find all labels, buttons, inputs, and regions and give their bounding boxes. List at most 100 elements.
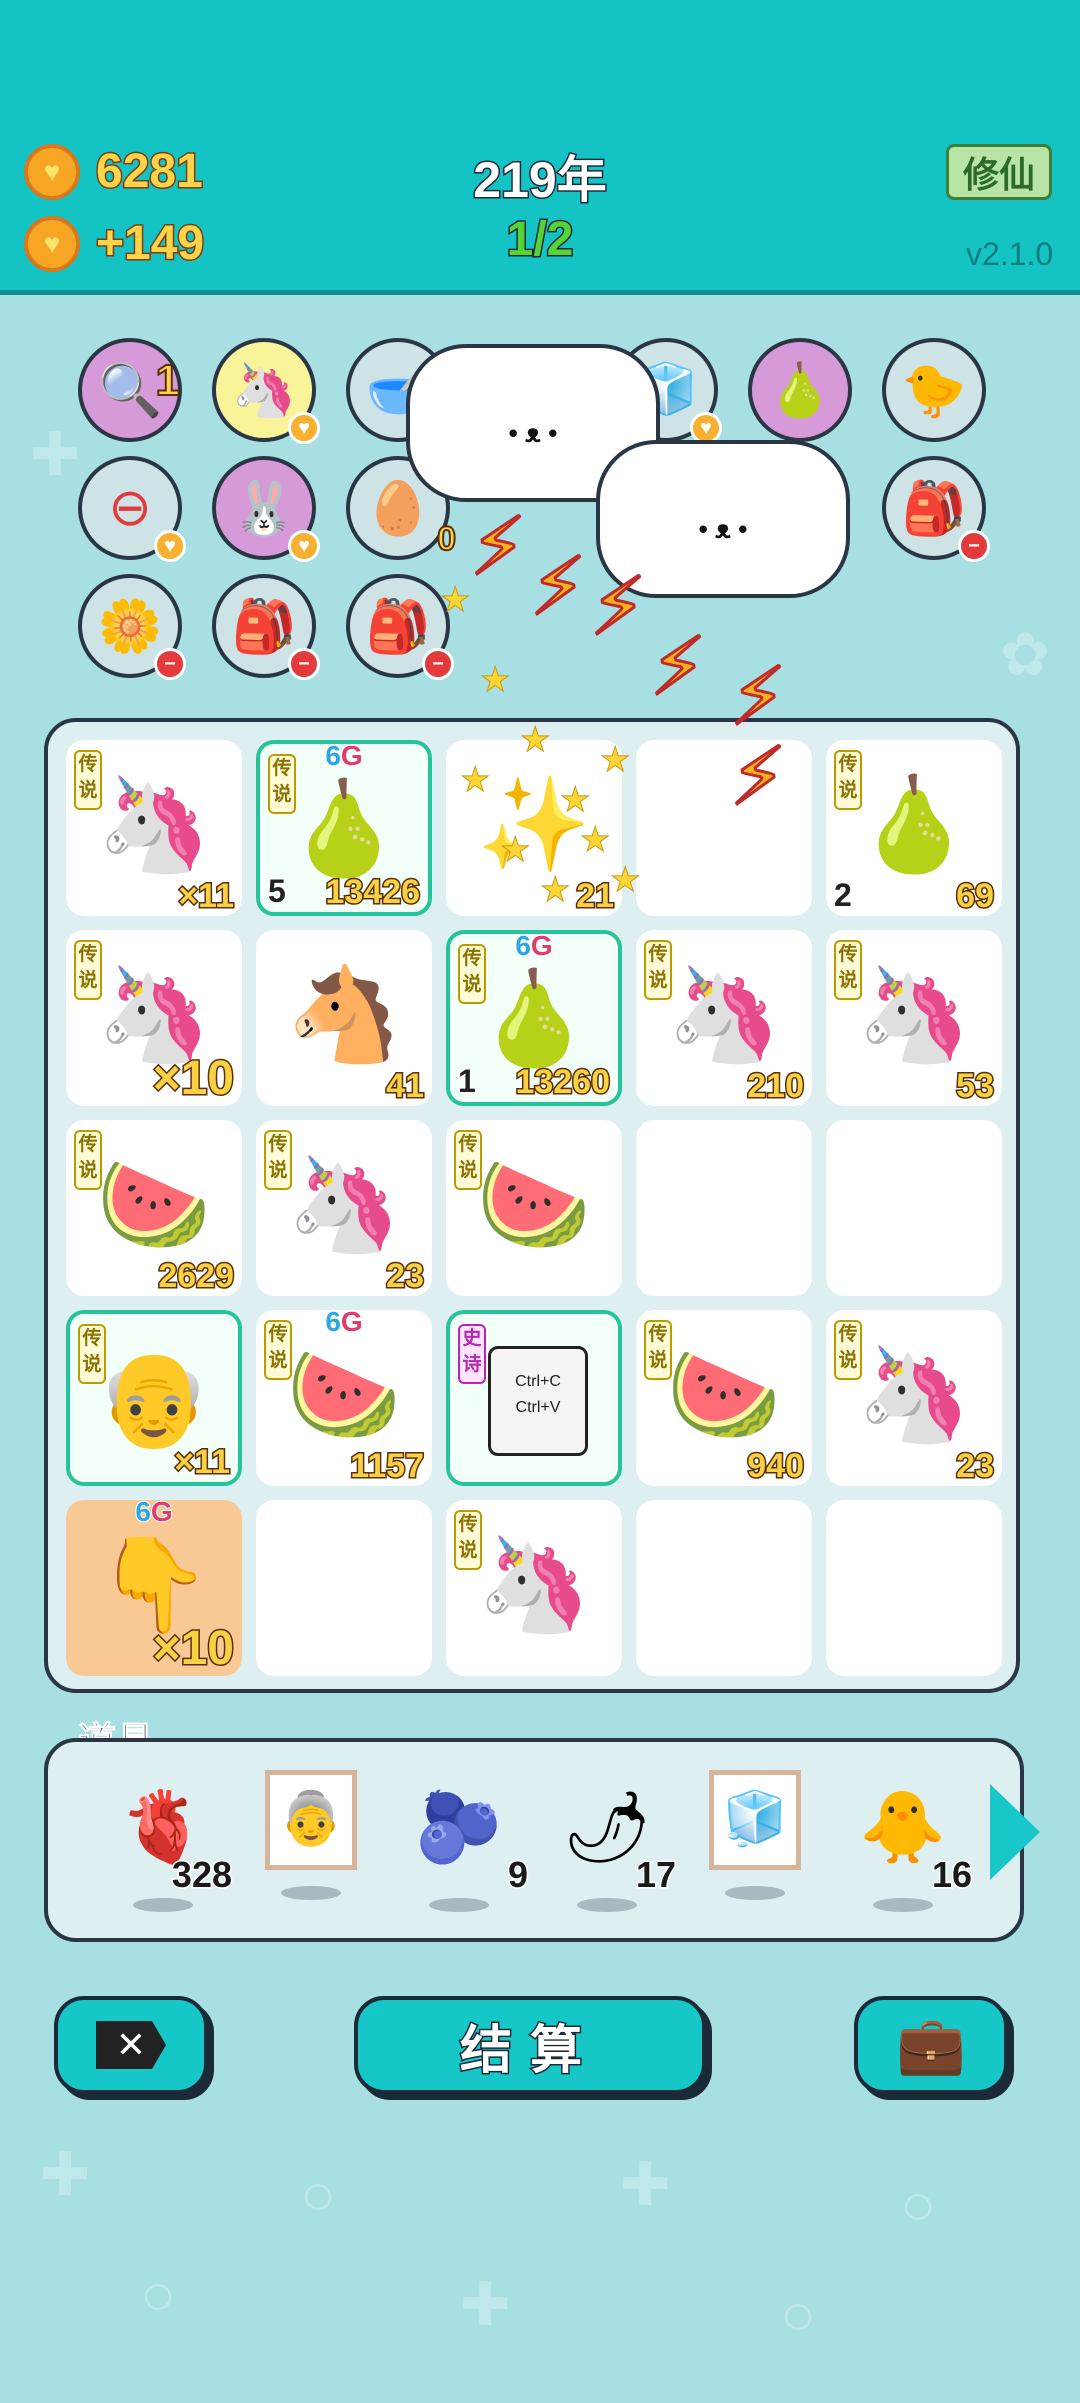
cell-count: 21 — [575, 876, 616, 917]
unicorn-icon: 🦄 — [856, 1344, 972, 1446]
board-cell[interactable] — [826, 1120, 1002, 1296]
bg-decoration: ○ — [780, 2281, 817, 2348]
crowned-unicorn-icon: 🦄 — [286, 1154, 402, 1256]
watermelon-icon: 🍉 — [476, 1154, 592, 1256]
minus-tag-icon: − — [154, 648, 186, 680]
board-cell[interactable]: 传说 🦄 — [446, 1500, 622, 1676]
tool-count: 9 — [506, 1853, 529, 1897]
paste-text: Ctrl+V — [515, 1399, 561, 1416]
board-cell[interactable] — [636, 1120, 812, 1296]
crowned-pear-icon: 🍐 — [286, 778, 402, 880]
item-rabbit[interactable]: 🐰 ♥ — [212, 456, 320, 562]
cell-count: 69 — [955, 876, 996, 917]
copy-paste-card-icon: Ctrl+C Ctrl+V — [488, 1346, 588, 1456]
board-cell[interactable]: 6G 传说 🍐 5 13426 — [256, 739, 432, 916]
board-cell[interactable]: 传说 🦄 53 — [826, 930, 1002, 1107]
item-rice-sack[interactable]: 🎒 − — [882, 456, 990, 562]
item-level: 0 — [436, 519, 457, 559]
board-cell[interactable]: 传说 🍉 — [446, 1120, 622, 1296]
horse-icon: 🐴 — [286, 964, 402, 1066]
board-cell[interactable]: 🐴 41 — [256, 930, 432, 1107]
cell-count: 1157 — [349, 1446, 426, 1487]
tool-duck[interactable]: 🐥 16 — [848, 1782, 974, 1912]
cell-count: ×11 — [173, 1442, 232, 1483]
tool-blueberry[interactable]: 🫐 9 — [404, 1782, 530, 1912]
item-chick-egg[interactable]: 🐤 — [882, 338, 986, 442]
delete-button[interactable]: ✕ — [54, 1996, 208, 2094]
close-icon: ✕ — [96, 2021, 166, 2069]
cell-count: ×10 — [151, 1621, 235, 1677]
blueberry-icon: 🫐 — [415, 1788, 503, 1866]
star-icon: ★ — [439, 581, 471, 620]
xiuxian-button[interactable]: 修仙 — [946, 144, 1052, 200]
cell-count: 41 — [385, 1066, 426, 1107]
cell-count: 13260 — [514, 1062, 612, 1103]
crowned-old-man-icon: 👴 — [96, 1348, 212, 1450]
cell-count: 210 — [746, 1066, 806, 1107]
lightning-icon: ⚡ — [588, 561, 647, 653]
lightning-icon: ⚡ — [648, 621, 707, 713]
tool-shadow — [577, 1898, 637, 1912]
tool-liver[interactable]: 🫀 328 — [108, 1782, 234, 1912]
minus-tag-icon: − — [422, 648, 454, 680]
star-icon: ★ — [519, 721, 551, 760]
item-rice-sack[interactable]: 🎒 − — [212, 574, 320, 680]
board-cell[interactable]: 传说 🦄 23 — [256, 1120, 432, 1297]
item-flower-pot[interactable]: 🌼 − — [78, 574, 186, 680]
item-pomelo[interactable]: 🍐 — [748, 338, 852, 442]
board-cell[interactable]: 6G 传说 🍉 1157 — [256, 1305, 432, 1487]
unicorn-icon: 🦄 — [96, 774, 212, 876]
settle-button[interactable]: 结算 — [354, 1996, 706, 2094]
board-cell[interactable]: 传说 🍉 940 — [636, 1310, 812, 1487]
star-icon: ★ — [599, 741, 631, 780]
heart-tag-icon: ♥ — [288, 530, 320, 562]
tool-shadow — [281, 1886, 341, 1900]
inventory-button[interactable]: 💼 — [854, 1996, 1008, 2094]
board-cell[interactable]: 史诗 Ctrl+C Ctrl+V — [446, 1310, 622, 1486]
tool-shadow — [133, 1898, 193, 1912]
pear-icon: 🍐 — [476, 968, 592, 1070]
cell-count: 53 — [955, 1066, 996, 1107]
tool-portrait[interactable]: 👵 — [256, 1770, 366, 1900]
board-cell[interactable]: 6G 👇 ×10 — [66, 1495, 242, 1677]
board-cell[interactable] — [826, 1500, 1002, 1676]
watermelon-icon: 🍉 — [286, 1344, 402, 1446]
item-no-sign[interactable]: ⊖ ♥ — [78, 456, 186, 562]
version-label: v2.1.0 — [966, 236, 1054, 272]
star-icon: ★ — [499, 831, 531, 870]
item-unicorn[interactable]: 🦄 ♥ — [212, 338, 320, 444]
lightning-icon: ⚡ — [468, 501, 527, 593]
cell-level: 5 — [267, 872, 287, 910]
tool-fridge-frame[interactable]: 🧊 — [700, 1770, 810, 1900]
watermelon-icon: 🍉 — [666, 1344, 782, 1446]
board-cell[interactable] — [256, 1500, 432, 1676]
lightning-icon: ⚡ — [728, 731, 787, 823]
board-cell[interactable] — [636, 1500, 812, 1676]
cell-count: 2629 — [157, 1256, 236, 1297]
wave-progress: 1/2 — [505, 212, 575, 268]
cell-count: 13426 — [324, 872, 422, 913]
item-magnifier-heart[interactable]: 🔍 1 — [78, 338, 182, 442]
tool-shadow — [725, 1886, 785, 1900]
tool-count: 17 — [634, 1853, 677, 1897]
unicorn-icon: 🦄 — [476, 1534, 592, 1636]
board-cell[interactable]: 传说 🍉 2629 — [66, 1120, 242, 1297]
tool-chili[interactable]: 🌶 17 — [552, 1782, 678, 1912]
cell-count: 940 — [746, 1446, 806, 1487]
bg-decoration: ✚ — [40, 2141, 91, 2208]
bg-decoration: ✚ — [620, 2151, 671, 2218]
tool-count: 16 — [930, 1853, 973, 1897]
scroll-right-arrow-icon[interactable] — [990, 1784, 1040, 1880]
board-cell[interactable]: 传说 🦄 ×11 — [66, 740, 242, 917]
board-cell[interactable]: 传说 🦄 210 — [636, 930, 812, 1107]
fridge-frame-icon: 🧊 — [709, 1770, 801, 1870]
board-cell[interactable]: 6G 传说 🍐 1 13260 — [446, 929, 622, 1106]
cell-count: 23 — [385, 1256, 426, 1297]
pomelo-icon: 🍐 — [856, 774, 972, 876]
board-cell[interactable]: 传说 👴 ×11 — [66, 1310, 242, 1486]
board-cell[interactable]: 传说 🦄 ×10 — [66, 930, 242, 1107]
board-cell[interactable]: 传说 🍐 2 69 — [826, 740, 1002, 917]
item-rice-sack[interactable]: 🎒 − — [346, 574, 454, 680]
board-cell[interactable]: 传说 🦄 23 — [826, 1310, 1002, 1487]
star-icon: ★ — [559, 781, 591, 820]
